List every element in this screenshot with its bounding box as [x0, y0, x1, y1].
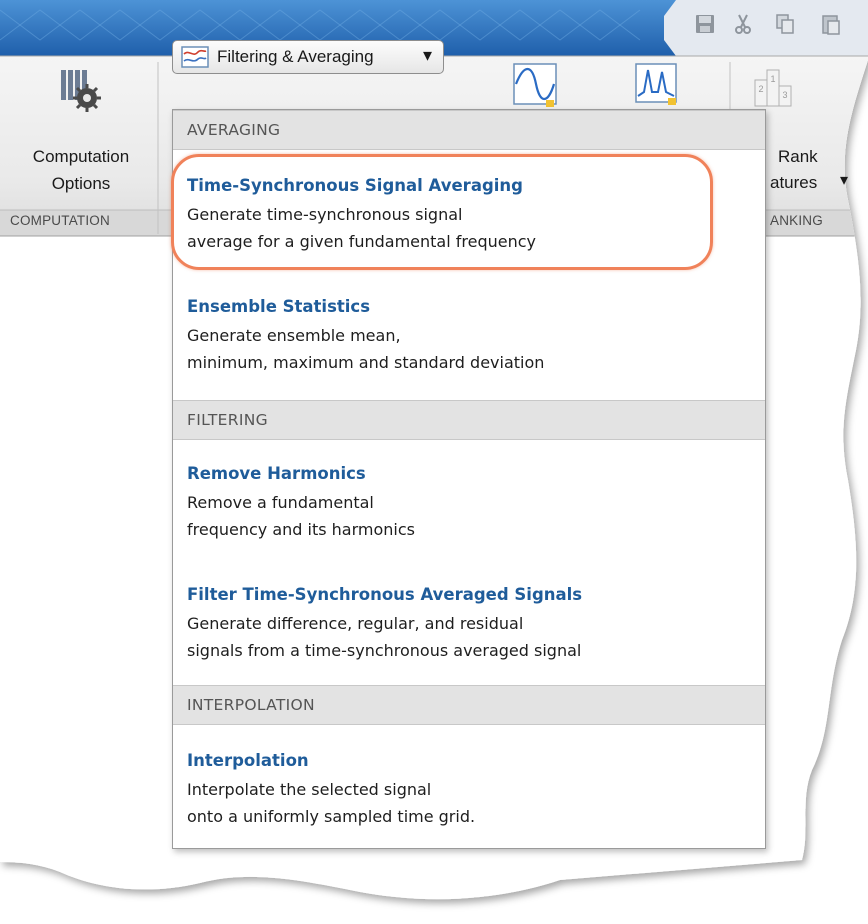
menu-item-interpolation[interactable]: Interpolation Interpolate the selected s…	[173, 751, 765, 841]
svg-text:2: 2	[758, 84, 763, 94]
menu-header-label: INTERPOLATION	[187, 696, 315, 714]
menu-header-averaging: AVERAGING	[173, 110, 765, 150]
computation-options-label-1: Computation	[32, 147, 130, 166]
menu-item-filter-tsa-signals[interactable]: Filter Time-Synchronous Averaged Signals…	[173, 585, 765, 675]
cut-icon[interactable]	[732, 12, 754, 36]
podium-icon: 2 1 3	[754, 69, 792, 107]
copy-icon[interactable]	[774, 12, 796, 36]
filtering-averaging-label: Filtering & Averaging	[217, 47, 374, 66]
sine-wave-icon[interactable]	[512, 62, 558, 108]
menu-header-interpolation: INTERPOLATION	[173, 685, 765, 725]
filtering-averaging-dropdown[interactable]: Filtering & Averaging ▾	[172, 40, 444, 74]
save-icon[interactable]	[694, 12, 716, 36]
rank-features-label-2: atures	[770, 173, 818, 192]
menu-item-title: Interpolation	[187, 751, 309, 770]
menu-item-description: frequency and its harmonics	[187, 520, 415, 539]
computation-options-label-2: Options	[51, 174, 111, 193]
dropdown-arrow-icon: ▾	[423, 45, 433, 66]
svg-text:1: 1	[770, 74, 775, 84]
menu-item-title: Remove Harmonics	[187, 464, 366, 483]
menu-item-title: Ensemble Statistics	[187, 297, 371, 316]
menu-header-filtering: FILTERING	[173, 400, 765, 440]
menu-item-description: signals from a time-synchronous averaged…	[187, 641, 582, 660]
paste-icon[interactable]	[820, 12, 842, 36]
menu-item-description: minimum, maximum and standard deviation	[187, 353, 545, 372]
menu-item-description: Interpolate the selected signal	[187, 780, 432, 799]
filter-icon	[181, 46, 209, 68]
menu-item-remove-harmonics[interactable]: Remove Harmonics Remove a fundamental fr…	[173, 464, 765, 554]
rank-features-label-1: Rank	[778, 147, 818, 166]
menu-item-description: Generate ensemble mean,	[187, 326, 401, 345]
menu-item-description: Generate difference, regular, and residu…	[187, 614, 524, 633]
menu-item-title: Filter Time-Synchronous Averaged Signals	[187, 585, 583, 604]
highlight-callout	[171, 154, 713, 270]
rank-features-arrow-icon: ▾	[840, 170, 849, 189]
menu-item-description: onto a uniformly sampled time grid.	[187, 807, 476, 826]
gear-stack-icon	[61, 70, 101, 112]
menu-item-description: Remove a fundamental	[187, 493, 374, 512]
section-label-computation: COMPUTATION	[10, 213, 110, 228]
menu-header-label: FILTERING	[187, 411, 268, 429]
menu-header-label: AVERAGING	[187, 121, 281, 139]
spectrum-icon[interactable]	[634, 62, 680, 108]
svg-text:3: 3	[782, 90, 787, 100]
menu-item-ensemble-statistics[interactable]: Ensemble Statistics Generate ensemble me…	[173, 297, 765, 387]
computation-options-button[interactable]: Computation Options	[18, 62, 144, 202]
section-label-ranking: ANKING	[770, 213, 823, 228]
rank-features-button[interactable]: atures ▾	[766, 170, 856, 196]
